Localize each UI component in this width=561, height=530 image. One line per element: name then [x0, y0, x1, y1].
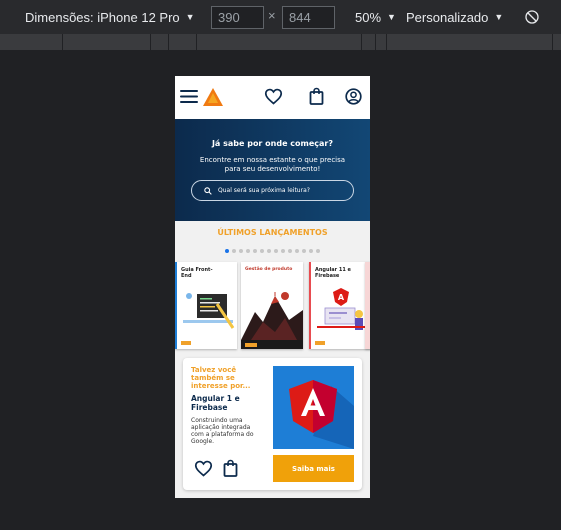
carousel-dot[interactable]: [295, 249, 299, 253]
book-cover-art: [241, 292, 303, 340]
hero-title: Já sabe por onde começar?: [211, 139, 334, 148]
ruler-tick: [375, 34, 376, 51]
carousel-dot[interactable]: [232, 249, 236, 253]
shopping-bag-icon[interactable]: [223, 459, 238, 477]
book-title: Guia Front-End: [181, 267, 213, 279]
carousel-dot[interactable]: [316, 249, 320, 253]
user-circle-icon[interactable]: [345, 88, 362, 105]
suggestion-section: Talvez você também se interesse por... A…: [175, 355, 370, 498]
heart-icon[interactable]: [194, 460, 213, 477]
carousel-dot[interactable]: [239, 249, 243, 253]
rotate-icon: [525, 10, 539, 24]
suggestion-card: Talvez você também se interesse por... A…: [183, 358, 362, 490]
carousel-dot[interactable]: [253, 249, 257, 253]
releases-title: ÚLTIMOS LANÇAMENTOS: [175, 221, 370, 245]
book-title: Gestão de produto: [245, 267, 293, 272]
suggestion-book-title[interactable]: Angular 1 e Firebase: [191, 394, 263, 412]
carousel-dot[interactable]: [260, 249, 264, 253]
media-query-bar[interactable]: [0, 34, 561, 51]
book-cover-art: A: [317, 288, 367, 330]
device-label: Dimensões: iPhone 12 Pro: [25, 9, 180, 25]
suggestion-book-cover[interactable]: [273, 366, 354, 449]
chevron-down-icon: ▼: [387, 12, 396, 22]
width-input[interactable]: 390: [211, 6, 264, 29]
search-icon: [204, 186, 212, 195]
carousel-dot[interactable]: [281, 249, 285, 253]
zoom-label: 50%: [355, 9, 382, 25]
carousel-dot[interactable]: [267, 249, 271, 253]
site-header: [175, 76, 370, 119]
search-input[interactable]: Qual será sua próxima leitura?: [191, 180, 354, 201]
carousel-dot[interactable]: [225, 249, 229, 253]
ruler-tick: [361, 34, 362, 51]
hamburger-menu-icon[interactable]: [180, 89, 198, 104]
suggestion-kicker: Talvez você também se interesse por...: [191, 366, 251, 390]
saiba-mais-button[interactable]: Saiba mais: [273, 455, 354, 482]
throttle-selector[interactable]: Personalizado ▼: [406, 0, 503, 34]
book-card[interactable]: Angular 11 e Firebase A: [309, 262, 370, 349]
book-cover-art: [183, 293, 235, 329]
zoom-selector[interactable]: 50% ▼: [355, 0, 396, 34]
carousel-dot[interactable]: [288, 249, 292, 253]
svg-text:A: A: [338, 293, 345, 302]
throttle-label: Personalizado: [406, 9, 489, 25]
angular-logo-icon: [289, 380, 354, 449]
rotate-button[interactable]: [524, 0, 540, 34]
publisher-logo: [245, 343, 257, 347]
carousel-dot[interactable]: [274, 249, 278, 253]
hero-subtitle: Encontre em nossa estante o que precisa …: [199, 156, 346, 173]
book-card[interactable]: Gestão de produto: [241, 262, 303, 349]
heart-icon[interactable]: [264, 88, 283, 105]
releases-carousel: Guia Front-End Gestão de produto Angular…: [175, 257, 370, 355]
carousel-dot[interactable]: [309, 249, 313, 253]
suggestion-description: Construindo uma aplicação integrada com …: [191, 417, 254, 445]
emulated-page[interactable]: Já sabe por onde começar? Encontre em no…: [175, 76, 370, 498]
book-card[interactable]: [365, 262, 370, 349]
triangle-logo-icon[interactable]: [202, 87, 224, 107]
book-card[interactable]: Guia Front-End: [175, 262, 237, 349]
carousel-dot[interactable]: [246, 249, 250, 253]
ruler-tick: [386, 34, 387, 51]
chevron-down-icon: ▼: [185, 12, 195, 22]
height-input[interactable]: 844: [282, 6, 335, 29]
carousel-dot[interactable]: [302, 249, 306, 253]
hero-banner: Já sabe por onde começar? Encontre em no…: [175, 119, 370, 221]
carousel-pagination: [175, 245, 370, 257]
book-title: Angular 11 e Firebase: [315, 267, 351, 279]
shopping-bag-icon[interactable]: [309, 87, 324, 105]
ruler-tick: [552, 34, 553, 51]
ruler-tick: [62, 34, 63, 51]
ruler-tick: [168, 34, 169, 51]
publisher-logo: [315, 341, 325, 345]
search-placeholder: Qual será sua próxima leitura?: [218, 187, 310, 194]
ruler-tick: [150, 34, 151, 51]
device-toolbar: Dimensões: iPhone 12 Pro ▼ 390 × 844 50%…: [0, 0, 561, 34]
publisher-logo: [181, 341, 191, 345]
device-selector[interactable]: Dimensões: iPhone 12 Pro ▼: [25, 0, 195, 34]
dimension-separator: ×: [268, 8, 276, 23]
chevron-down-icon: ▼: [494, 12, 504, 22]
ruler-tick: [196, 34, 197, 51]
